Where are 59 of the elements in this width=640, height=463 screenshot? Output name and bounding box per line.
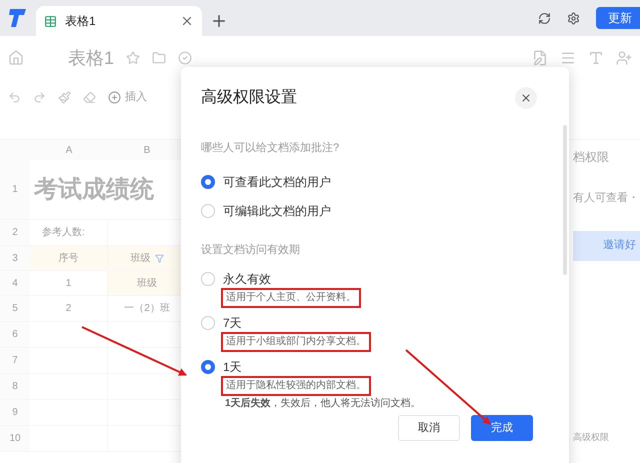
dialog-title: 高级权限设置 [201,88,297,108]
share-user-icon[interactable] [616,50,632,66]
home-icon[interactable] [8,50,24,66]
edit-icon[interactable] [532,50,548,66]
table-cell: 2 [30,296,108,321]
refresh-icon[interactable] [538,12,551,24]
option-label[interactable]: 可编辑此文档的用户 [223,202,331,220]
table-cell: 序号 [30,246,108,270]
row-number: 4 [0,271,30,295]
option-label[interactable]: 可查看此文档的用户 [223,172,331,190]
radio-button[interactable] [201,360,215,374]
row-number: 3 [0,246,30,270]
add-circle-icon [108,90,121,104]
row-number: 8 [0,374,30,399]
menu-icon[interactable] [560,50,576,66]
radio-button[interactable] [201,174,215,188]
row-number: 10 [0,426,30,451]
section-label: 设置文档访问有效期 [201,242,301,258]
table-cell-text: 一（2）班 [123,302,171,316]
format-painter-icon[interactable] [58,90,71,104]
panel-title: 档权限 [573,149,610,166]
tab-label: 表格1 [65,13,97,30]
confirm-button[interactable]: 完成 [471,415,533,441]
row-number: 2 [0,220,30,245]
cancel-button[interactable]: 取消 [398,415,460,441]
browser-tab[interactable]: 表格1 [36,6,202,36]
saved-icon [178,51,192,65]
option-description: 适用于隐私性较强的内部文档。 [221,376,371,396]
app-logo-icon [8,9,28,27]
star-icon[interactable] [126,51,140,65]
update-button[interactable]: 更新 [596,7,640,29]
document-title: 表格1 [68,46,114,70]
undo-icon[interactable] [8,90,21,104]
folder-icon[interactable] [152,51,166,65]
option-description: 适用于个人主页、公开资料。 [221,288,361,308]
option-label[interactable]: 1天 [223,358,242,376]
row-number: 9 [0,400,30,425]
row-number: 5 [0,296,30,321]
settings-icon[interactable] [567,12,580,24]
option-label[interactable]: 7天 [223,314,242,332]
sheet-title: 考试成绩统 [32,174,154,204]
text-icon[interactable] [588,50,604,66]
section-label: 哪些人可以给文档添加批注? [201,140,340,156]
table-cell: 参考人数: [30,220,108,245]
close-icon [520,92,532,104]
option-label[interactable]: 永久有效 [223,270,271,288]
eraser-icon[interactable] [83,90,96,104]
close-button[interactable] [515,87,537,109]
filter-icon[interactable] [154,254,164,262]
expiry-note: 1天后失效，失效后，他人将无法访问文档。 [225,396,422,411]
redo-icon[interactable] [33,90,46,104]
new-tab-icon[interactable] [210,12,228,30]
row-number: 6 [0,322,30,347]
option-description: 适用于小组或部门内分享文档。 [221,332,371,352]
close-icon[interactable] [180,14,194,28]
row-number: 1 [0,160,30,219]
row-number: 7 [0,348,30,373]
panel-summary: 有人可查看・ [573,191,640,206]
sheet-icon [44,14,57,28]
